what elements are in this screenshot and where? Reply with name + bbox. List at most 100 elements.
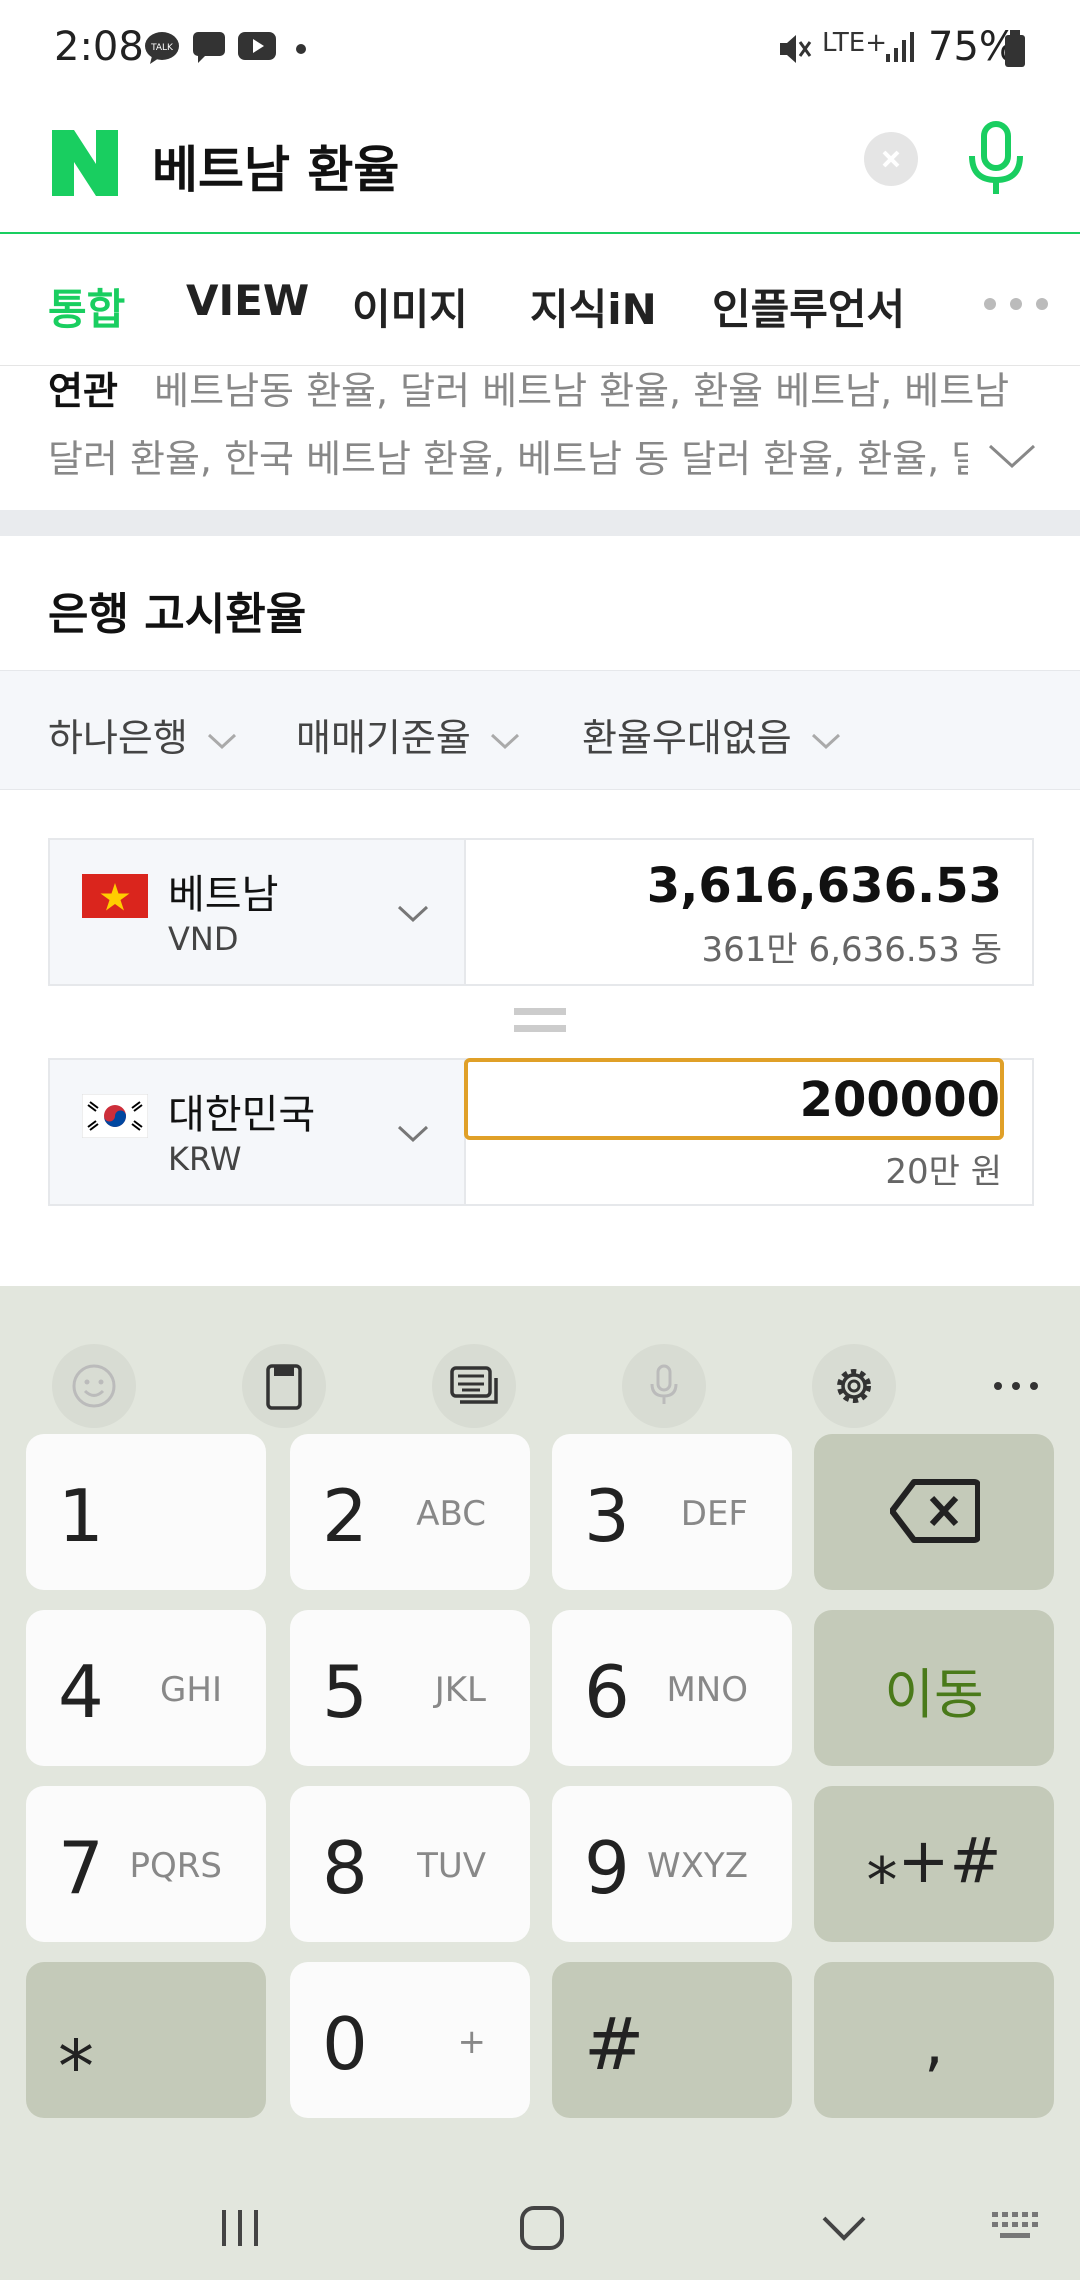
- korea-flag-icon: [82, 1094, 148, 1138]
- key-2[interactable]: 3 DEF: [552, 1434, 792, 1590]
- rate-type-label: 매매기준율: [296, 716, 471, 760]
- key-label: 1: [58, 1474, 104, 1558]
- key-letters: GHI: [160, 1670, 222, 1710]
- key-10[interactable]: 0 +: [290, 1962, 530, 2118]
- section-divider: [0, 510, 1080, 536]
- tab-knowledge-in[interactable]: 지식iN: [530, 276, 657, 337]
- network-type: LTE+: [822, 28, 887, 58]
- emoji-icon: [72, 1364, 116, 1408]
- keyboard-more-button[interactable]: [986, 1344, 1046, 1428]
- emoji-button[interactable]: [52, 1344, 136, 1428]
- key-label: ⁎: [58, 2002, 94, 2086]
- more-icon: [984, 298, 1048, 310]
- chevron-down-icon: [397, 1125, 429, 1143]
- microphone-icon: [650, 1364, 678, 1404]
- svg-text:TALK: TALK: [150, 43, 174, 53]
- from-currency-code: VND: [168, 920, 239, 958]
- from-currency-korean: 361만 6,636.53 동: [701, 930, 1002, 970]
- key-label: 3: [584, 1474, 630, 1558]
- expand-related-button[interactable]: [988, 442, 1036, 474]
- related-searches: 연관 베트남동 환율, 달러 베트남 환율, 환율 베트남, 베트남 달러 환율…: [0, 366, 1080, 510]
- key-9[interactable]: ⁎: [26, 1962, 266, 2118]
- from-currency-row: 베트남 VND 3,616,636.53 361만 6,636.53 동: [48, 838, 1034, 986]
- keyboard-settings-button[interactable]: [812, 1344, 896, 1428]
- key-label: 4: [58, 1650, 104, 1734]
- naver-logo-icon: [52, 130, 118, 196]
- related-line-1[interactable]: 연관 베트남동 환율, 달러 베트남 환율, 환율 베트남, 베트남: [48, 366, 1009, 415]
- related-keywords-1[interactable]: 베트남동 환율, 달러 베트남 환율, 환율 베트남, 베트남: [154, 369, 1009, 413]
- more-icon: [994, 1382, 1038, 1390]
- signal-icon: [886, 32, 914, 62]
- numeric-keyboard: 이동 ⁎+# , 1 2 ABC 3 DEF 4 GHI 5 JKL 6 MNO 7 PQRS 8 TUV 9…: [0, 1286, 1080, 2280]
- keyboard-mode-button[interactable]: [432, 1344, 516, 1428]
- microphone-icon: [969, 121, 1023, 194]
- vietnam-flag-icon: [82, 874, 148, 918]
- chevron-down-icon: [988, 444, 1036, 469]
- search-tabs: 통합 VIEW 이미지 지식iN 인플루언서: [0, 236, 1080, 366]
- tab-view[interactable]: VIEW: [186, 276, 309, 325]
- voice-input-button[interactable]: [622, 1344, 706, 1428]
- tab-images[interactable]: 이미지: [352, 276, 468, 337]
- key-letters: JKL: [434, 1670, 486, 1710]
- to-currency-select[interactable]: 대한민국 KRW: [50, 1060, 466, 1204]
- key-label: 7: [58, 1826, 104, 1910]
- go-key[interactable]: 이동: [814, 1610, 1054, 1766]
- naver-logo[interactable]: [52, 130, 118, 196]
- key-label: 6: [584, 1650, 630, 1734]
- key-label: 9: [584, 1826, 630, 1910]
- rate-type-select[interactable]: 매매기준율: [296, 707, 521, 762]
- comma-key[interactable]: ,: [814, 1962, 1054, 2118]
- to-currency-code: KRW: [168, 1140, 242, 1178]
- key-letters: MNO: [666, 1670, 748, 1710]
- to-currency-row: 대한민국 KRW 200000 20만 원: [48, 1058, 1034, 1206]
- key-letters: PQRS: [129, 1846, 222, 1886]
- hide-keyboard-icon[interactable]: [820, 2214, 868, 2244]
- voice-search-button[interactable]: [964, 120, 1028, 200]
- clipboard-button[interactable]: [242, 1344, 326, 1428]
- more-tabs-button[interactable]: [982, 296, 1052, 315]
- home-icon[interactable]: [518, 2204, 566, 2252]
- key-letters: TUV: [417, 1846, 486, 1886]
- discount-select[interactable]: 환율우대없음: [582, 707, 842, 762]
- gear-icon: [837, 1369, 871, 1403]
- notification-dot-icon: [296, 44, 306, 54]
- backspace-key[interactable]: [814, 1434, 1054, 1590]
- search-input[interactable]: 베트남 환율: [152, 130, 399, 202]
- rate-filters: 하나은행 매매기준율 환율우대없음: [0, 670, 1080, 790]
- key-0[interactable]: 1: [26, 1434, 266, 1590]
- chevron-down-icon: [207, 733, 236, 750]
- equals-icon: [514, 1008, 566, 1034]
- related-title: 연관: [48, 369, 118, 413]
- chevron-down-icon: [490, 733, 519, 750]
- key-8[interactable]: 9 WXYZ: [552, 1786, 792, 1942]
- key-5[interactable]: 6 MNO: [552, 1610, 792, 1766]
- from-currency-value: 3,616,636.53: [646, 858, 1002, 914]
- key-6[interactable]: 7 PQRS: [26, 1786, 266, 1942]
- key-4[interactable]: 5 JKL: [290, 1610, 530, 1766]
- key-7[interactable]: 8 TUV: [290, 1786, 530, 1942]
- tab-integrated[interactable]: 통합: [48, 276, 125, 337]
- section-title: 은행 고시환율: [48, 589, 307, 640]
- youtube-icon: [238, 32, 276, 60]
- related-keywords-2[interactable]: 달러 환율, 한국 베트남 환율, 베트남 동 달러 환율, 환율, 달: [48, 428, 968, 483]
- clear-search-button[interactable]: [864, 132, 918, 186]
- from-currency-select[interactable]: 베트남 VND: [50, 840, 466, 984]
- battery-icon: [1005, 30, 1025, 67]
- recent-apps-icon[interactable]: [218, 2206, 262, 2250]
- key-11[interactable]: #: [552, 1962, 792, 2118]
- key-1[interactable]: 2 ABC: [290, 1434, 530, 1590]
- keyboard-settings-icon: [450, 1366, 498, 1404]
- to-currency-name: 대한민국: [168, 1092, 316, 1138]
- key-label: 0: [322, 2002, 368, 2086]
- tab-influencer[interactable]: 인플루언서: [712, 276, 905, 337]
- amount-input[interactable]: 200000: [464, 1058, 1004, 1140]
- symbols-key[interactable]: ⁎+#: [814, 1786, 1054, 1942]
- discount-label: 환율우대없음: [582, 716, 792, 760]
- key-3[interactable]: 4 GHI: [26, 1610, 266, 1766]
- keyboard-icon[interactable]: [990, 2208, 1040, 2244]
- bank-select[interactable]: 하나은행: [48, 707, 238, 762]
- status-time: 2:08: [54, 24, 144, 70]
- chevron-down-icon: [811, 733, 840, 750]
- symbols-key-label: ⁎+#: [866, 1824, 1002, 1897]
- key-letters: WXYZ: [647, 1846, 748, 1886]
